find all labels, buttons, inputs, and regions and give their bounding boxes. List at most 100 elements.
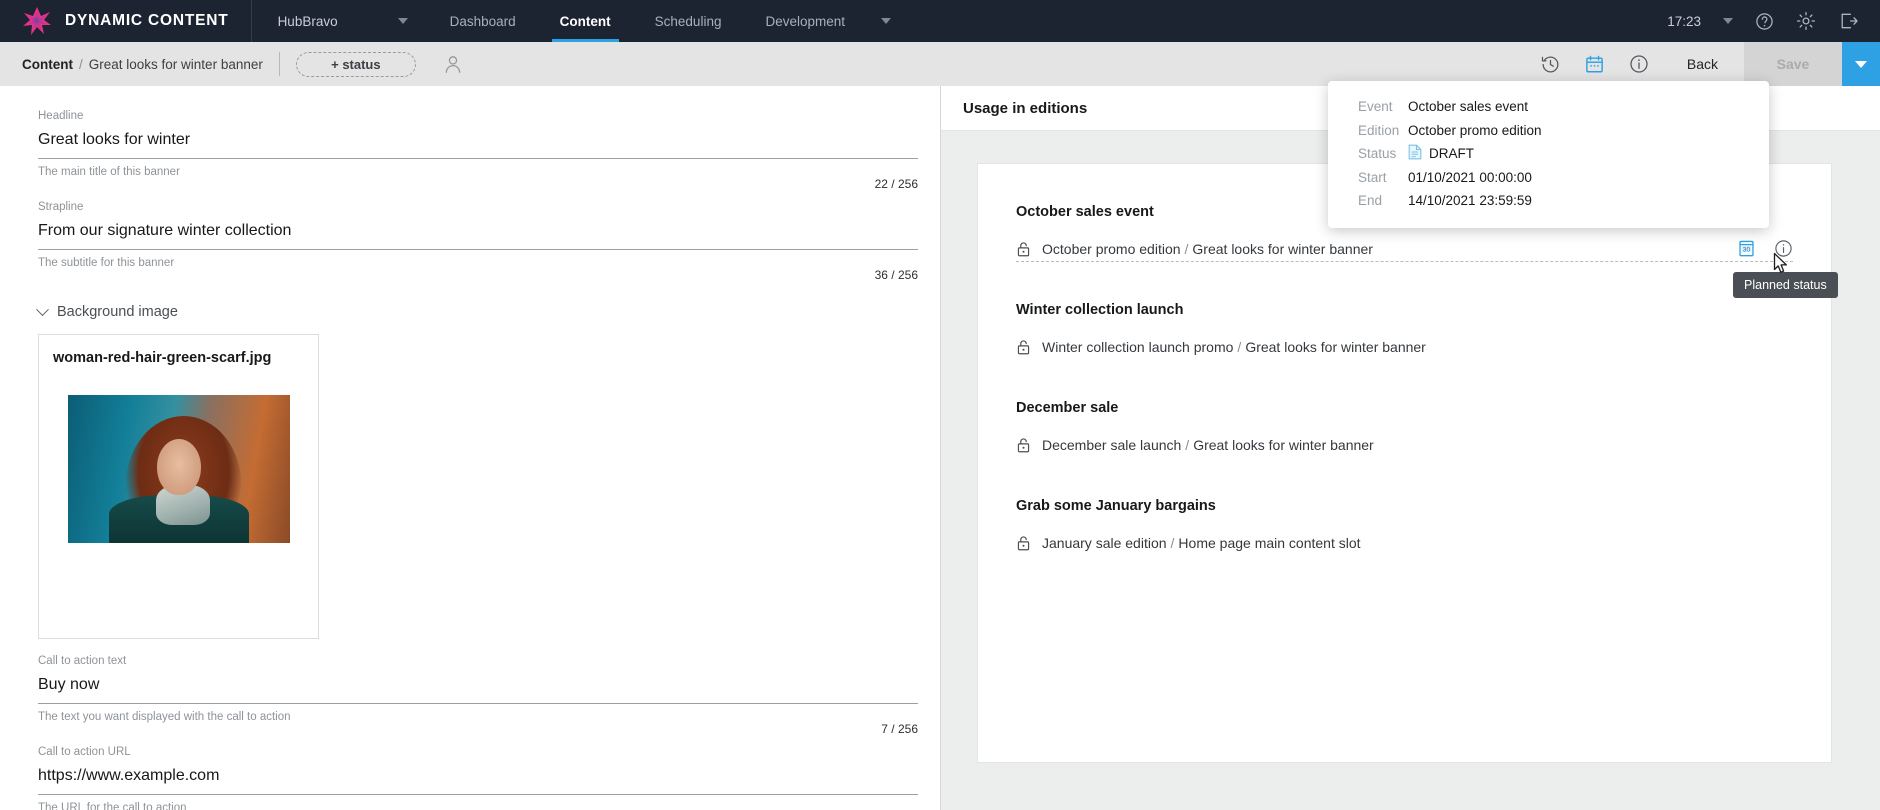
help-icon[interactable] [1755, 12, 1774, 31]
field-cta-text-meta: The text you want displayed with the cal… [38, 704, 918, 736]
planned-status-icon[interactable]: 30 [1737, 239, 1756, 258]
nav-item-development[interactable]: Development [743, 0, 867, 42]
field-strapline: Strapline The subtitle for this banner 3… [38, 201, 918, 282]
slot-name: Great looks for winter banner [1245, 339, 1426, 355]
breadcrumb-root[interactable]: Content [22, 57, 73, 72]
background-image-section-toggle[interactable]: Background image [36, 302, 918, 320]
popover-row-event: Event October sales event [1328, 95, 1769, 119]
usage-panel-title: Usage in editions [963, 99, 1088, 117]
cta-text-input[interactable] [38, 676, 918, 704]
save-options-dropdown-button[interactable] [1842, 42, 1880, 86]
field-cta-url: Call to action URL The URL for the call … [38, 746, 918, 810]
popover-value: October sales event [1408, 99, 1529, 115]
nav-item-dashboard-label: Dashboard [449, 13, 516, 29]
field-cta-text-label: Call to action text [38, 655, 127, 667]
field-headline-counter: 22 / 256 [874, 177, 918, 191]
strapline-input[interactable] [38, 222, 918, 250]
tenant-selector[interactable]: HubBravo [252, 0, 428, 42]
edition-row[interactable]: January sale edition / Home page main cont… [1016, 530, 1793, 556]
content-form-panel: Headline The main title of this banner 2… [0, 86, 940, 810]
edition-row[interactable]: December sale launch / Great looks for win… [1016, 432, 1793, 458]
popover-row-edition: Edition October promo edition [1328, 119, 1769, 143]
usage-group: Grab some January bargains January sale … [1016, 498, 1793, 556]
background-image-card[interactable]: woman-red-hair-green-scarf.jpg [38, 334, 319, 639]
chevron-down-icon [881, 18, 892, 24]
settings-gear-icon[interactable] [1796, 11, 1816, 31]
thumbnail-face-shape [156, 439, 201, 496]
editor-toolbar: Content / Great looks for winter banner … [0, 42, 1880, 86]
field-headline: Headline The main title of this banner 2… [38, 110, 918, 191]
history-icon[interactable] [1529, 42, 1573, 86]
field-cta-text-counter: 7 / 256 [881, 722, 918, 736]
edition-name: December sale launch [1042, 437, 1182, 453]
add-status-button[interactable]: + status [295, 51, 416, 77]
calendar-icon[interactable] [1573, 42, 1617, 86]
field-cta-url-meta: The URL for the call to action 23 / 256 [38, 795, 918, 810]
event-name: Grab some January bargains [1016, 498, 1216, 514]
edition-path: December sale launch / Great looks for win… [1042, 437, 1374, 453]
main-nav-links: Dashboard Content Scheduling Development [428, 0, 905, 42]
background-image-section-title: Background image [57, 304, 178, 320]
chevron-down-icon [1723, 18, 1733, 24]
add-status-label: + status [331, 56, 381, 72]
unlocked-padlock-icon [1016, 437, 1031, 453]
edition-path: Winter collection launch promo / Great loo… [1042, 339, 1426, 355]
popover-value: 14/10/2021 23:59:59 [1408, 193, 1532, 209]
chevron-down-icon [1855, 60, 1867, 68]
info-icon[interactable] [1617, 42, 1661, 86]
path-separator: / [1185, 437, 1190, 453]
field-cta-url-counter: 23 / 256 [875, 802, 918, 810]
svg-text:30: 30 [1743, 246, 1751, 253]
chevron-down-icon [397, 18, 408, 24]
field-headline-hint: The main title of this banner [38, 166, 180, 178]
clock: 17:23 [1667, 13, 1701, 29]
nav-item-scheduling-label: Scheduling [654, 13, 722, 29]
info-icon[interactable] [1774, 239, 1793, 258]
brand-name: DYNAMIC CONTENT [65, 12, 229, 29]
toolbar-divider [278, 52, 280, 76]
popover-row-start: Start 01/10/2021 00:00:00 [1328, 166, 1769, 190]
breadcrumb-current: Great looks for winter banner [88, 56, 263, 72]
slot-name: Great looks for winter banner [1192, 240, 1373, 257]
event-name: December sale [1016, 400, 1119, 416]
planned-status-tooltip: Planned status [1733, 272, 1838, 298]
usage-group: December sale December sale launch / Great… [1016, 400, 1793, 458]
dynamic-content-logo-icon [22, 6, 52, 36]
toolbar-actions: Back Save [1529, 42, 1880, 86]
usage-card: October sales event October promo editio… [977, 163, 1832, 763]
popover-status-label: DRAFT [1429, 146, 1474, 162]
logout-icon[interactable] [1838, 11, 1858, 31]
popover-key: Start [1358, 169, 1387, 185]
nav-item-content[interactable]: Content [538, 0, 633, 42]
edition-details-popover: Event October sales event Edition Octobe… [1328, 81, 1769, 228]
popover-status-value: DRAFT [1408, 144, 1474, 163]
nav-item-dashboard[interactable]: Dashboard [428, 0, 538, 42]
edition-row-actions: 30 [1737, 239, 1793, 258]
field-headline-label: Headline [38, 110, 84, 122]
popover-key: End [1358, 193, 1383, 209]
back-button[interactable]: Back [1661, 42, 1744, 86]
edition-row[interactable]: October promo edition / Great looks for wi… [1016, 236, 1793, 262]
slot-name: Home page main content slot [1178, 535, 1361, 551]
field-headline-meta: The main title of this banner 22 / 256 [38, 159, 918, 191]
nav-item-scheduling[interactable]: Scheduling [633, 0, 744, 42]
nav-item-content-label: Content [559, 13, 611, 29]
field-cta-url-label: Call to action URL [38, 746, 131, 758]
save-button[interactable]: Save [1744, 42, 1842, 86]
nav-overflow-button[interactable] [867, 18, 905, 24]
edition-row[interactable]: Winter collection launch promo / Great loo… [1016, 334, 1793, 360]
unlocked-padlock-icon [1016, 535, 1031, 551]
popover-key: Status [1358, 146, 1397, 162]
top-navigation-bar: DYNAMIC CONTENT HubBravo Dashboard Conte… [0, 0, 1880, 42]
cta-url-input[interactable] [38, 767, 918, 795]
image-thumbnail[interactable] [67, 395, 290, 543]
assignee-avatar-button[interactable] [442, 53, 464, 75]
popover-row-end: End 14/10/2021 23:59:59 [1328, 189, 1769, 213]
edition-path: October promo edition / Great looks for wi… [1042, 241, 1373, 257]
path-separator: / [1237, 339, 1242, 355]
field-strapline-hint: The subtitle for this banner [38, 257, 175, 269]
usage-group: Winter collection launch Winter collecti… [1016, 302, 1793, 360]
timezone-dropdown-button[interactable] [1723, 18, 1733, 24]
edition-name: October promo edition [1042, 240, 1181, 257]
headline-input[interactable] [38, 131, 918, 159]
